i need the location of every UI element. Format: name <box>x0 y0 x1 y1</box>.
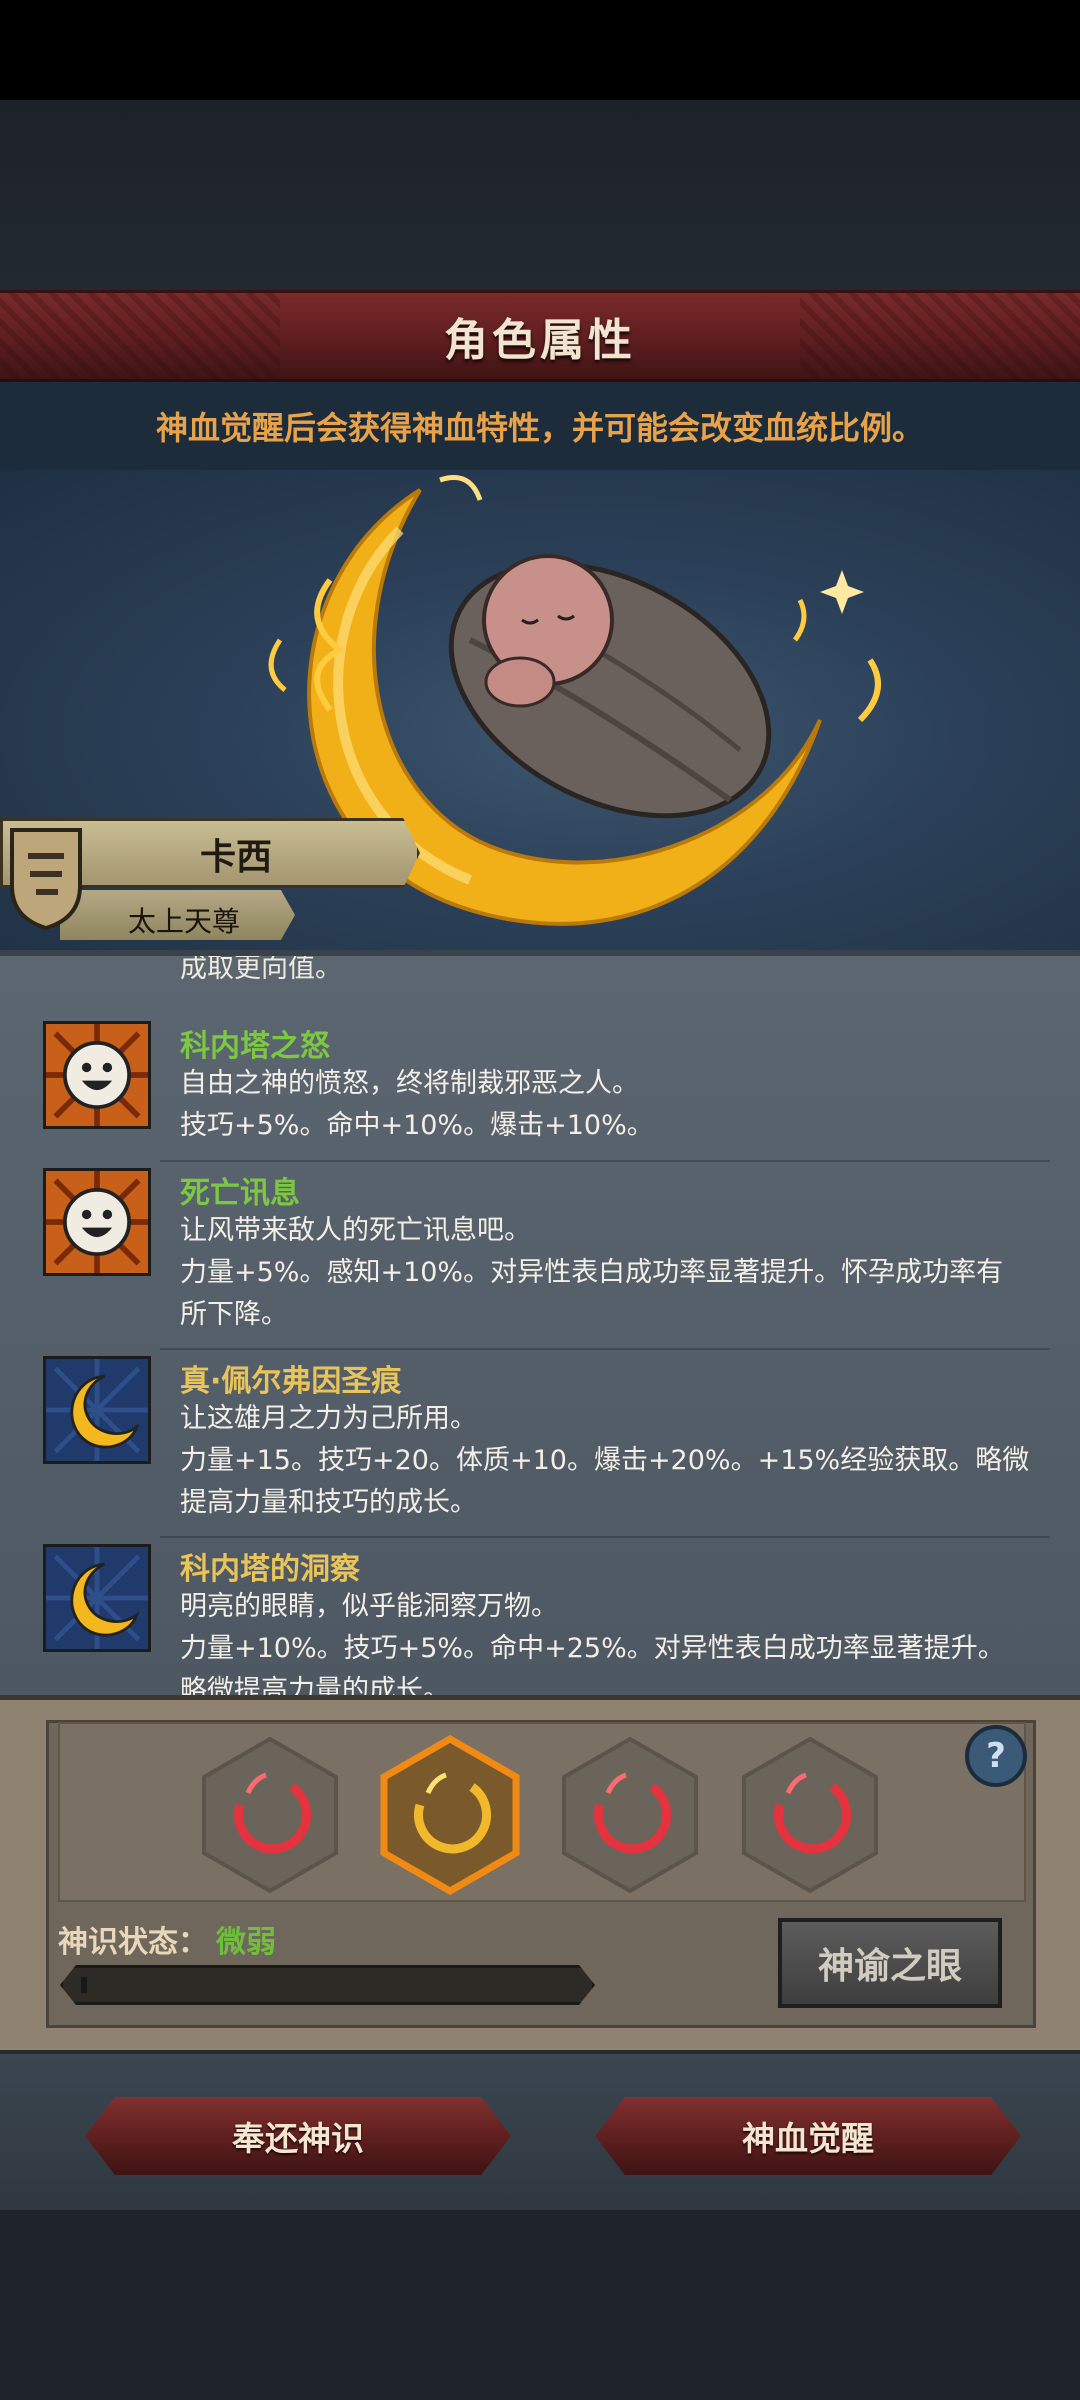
trait-list[interactable]: 成取更向值。 科内塔之怒 自由之神的愤怒，终将制裁邪恶之人。 技巧+5%。命中+… <box>0 950 1080 1695</box>
banner-ornament-right <box>800 293 1080 385</box>
oracle-eye-label: 神谕之眼 <box>817 1946 962 1987</box>
trait-description: 自由之神的愤怒，终将制裁邪恶之人。 技巧+5%。命中+10%。爆击+10%。 <box>180 1063 1040 1147</box>
trait-effects: 技巧+5%。命中+10%。爆击+10%。 <box>180 1110 654 1141</box>
divider <box>160 1348 1050 1350</box>
trait-name: 科内塔之怒 <box>180 1029 330 1064</box>
status-bar-area <box>0 0 1080 100</box>
notice-bar: 神血觉醒后会获得神血特性，并可能会改变血统比例。 <box>0 382 1080 470</box>
trait-effects-cont: 所下降。 <box>180 1299 288 1330</box>
trait-effects: 力量+5%。感知+10%。对异性表白成功率显著提升。怀孕成功率有 <box>180 1257 1004 1288</box>
trait-effects-cont: 提高力量和技巧的成长。 <box>180 1487 477 1518</box>
divine-blood-awaken-button[interactable]: 神血觉醒 <box>595 2097 1021 2175</box>
bottom-area <box>0 2210 1080 2400</box>
truncated-text: 成取更向值。 <box>180 953 342 984</box>
blood-slot-2-selected[interactable] <box>380 1735 520 1895</box>
smiley-sunburst-icon <box>43 1168 151 1276</box>
golden-moon-icon <box>43 1544 151 1652</box>
blood-slot-3[interactable] <box>560 1735 700 1895</box>
trait-effects: 力量+15。技巧+20。体质+10。爆击+20%。+15%经验获取。略微 <box>180 1445 1030 1476</box>
page-title: 角色属性 <box>444 315 636 366</box>
title-banner: 角色属性 <box>0 290 1080 385</box>
smiley-sunburst-icon <box>43 1021 151 1129</box>
question-icon: ? <box>986 1736 1006 1776</box>
return-divine-sense-button[interactable]: 奉还神识 <box>85 2097 511 2175</box>
divider <box>160 1160 1050 1162</box>
trait-effects-cont: 略微提高力量的成长。 <box>180 1675 450 1695</box>
oracle-eye-button[interactable]: 神谕之眼 <box>778 1918 1002 2008</box>
character-name: 卡西 <box>200 837 273 878</box>
divine-sense-value: 微弱 <box>216 1925 276 1960</box>
trait-name: 真·佩尔弗因圣痕 <box>180 1364 402 1399</box>
divine-blood-awaken-label: 神血觉醒 <box>742 2119 874 2158</box>
trait-line: 让风带来敌人的死亡讯息吧。 <box>180 1215 531 1246</box>
trait-line: 让这雄月之力为己所用。 <box>180 1403 477 1434</box>
trait-description: 让风带来敌人的死亡讯息吧。 力量+5%。感知+10%。对异性表白成功率显著提升。… <box>180 1210 1040 1336</box>
banner-ornament-left <box>0 293 280 385</box>
divider <box>160 1536 1050 1538</box>
help-button[interactable]: ? <box>965 1725 1027 1787</box>
divine-sense-bar <box>60 1965 595 2005</box>
trait-name: 科内塔的洞察 <box>180 1552 360 1587</box>
emblem-shield-icon <box>10 828 82 930</box>
blood-slot-4[interactable] <box>740 1735 880 1895</box>
trait-line: 自由之神的愤怒，终将制裁邪恶之人。 <box>180 1068 639 1099</box>
divine-sense-bar-fill <box>81 1977 87 1993</box>
divine-sense-label: 神识状态： <box>58 1925 208 1960</box>
character-rank: 太上天尊 <box>128 905 241 938</box>
notice-text: 神血觉醒后会获得神血特性，并可能会改变血统比例。 <box>155 409 924 447</box>
golden-moon-icon <box>43 1356 151 1464</box>
return-divine-sense-label: 奉还神识 <box>232 2119 364 2158</box>
trait-name: 死亡讯息 <box>180 1176 300 1211</box>
trait-description: 让这雄月之力为己所用。 力量+15。技巧+20。体质+10。爆击+20%。+15… <box>180 1398 1040 1524</box>
trait-description: 明亮的眼睛，似乎能洞察万物。 力量+10%。技巧+5%。命中+25%。对异性表白… <box>180 1586 1040 1695</box>
blood-slot-1[interactable] <box>200 1735 340 1895</box>
trait-effects: 力量+10%。技巧+5%。命中+25%。对异性表白成功率显著提升。 <box>180 1633 1005 1664</box>
trait-line: 明亮的眼睛，似乎能洞察万物。 <box>180 1591 558 1622</box>
